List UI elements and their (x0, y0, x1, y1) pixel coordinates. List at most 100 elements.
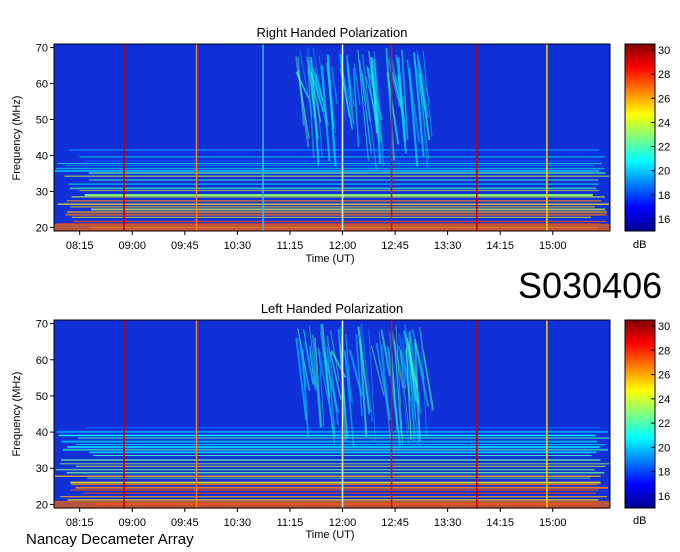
x-tick-label: 11:15 (277, 517, 304, 529)
colorbar-label: dB (633, 515, 646, 527)
colorbar-tick-label: 24 (658, 117, 670, 129)
chart-title: Right Handed Polarization (256, 25, 407, 40)
colorbar-tick-label: 26 (658, 93, 670, 105)
band-mark (56, 167, 605, 170)
x-tick-label: 10:30 (224, 517, 252, 529)
band-mark (83, 492, 597, 494)
x-axis-label: Time (UT) (305, 253, 354, 265)
band-mark (73, 220, 607, 222)
y-ticks: 20 30 40 50 60 70 (36, 319, 54, 511)
band-mark (88, 172, 606, 175)
band-mark (54, 475, 601, 477)
band-mark (87, 477, 591, 479)
band-mark (62, 448, 608, 451)
band-mark (75, 465, 606, 467)
y-tick-label: 50 (36, 115, 48, 127)
x-ticks: 08:15 09:00 09:45 10:30 11:15 12:00 12:45 13:30… (66, 231, 567, 252)
x-tick-label: 12:45 (381, 240, 409, 252)
x-tick-label: 09:00 (118, 240, 146, 252)
band-mark (61, 440, 598, 443)
band-mark (65, 165, 595, 167)
colorbar-tick-label: 20 (658, 442, 670, 454)
band-mark (58, 434, 596, 437)
band-mark (67, 211, 607, 213)
band-mark (75, 486, 609, 489)
y-tick-label: 60 (36, 355, 48, 367)
band-mark (78, 437, 610, 439)
band-mark (88, 179, 599, 181)
y-tick-label: 20 (36, 499, 48, 511)
colorbar-tick-label: 22 (658, 142, 670, 154)
band-mark (75, 444, 606, 446)
x-tick-label: 10:30 (224, 240, 252, 252)
x-axis-label: Time (UT) (305, 529, 354, 541)
band-mark (68, 183, 599, 185)
x-tick-label: 13:30 (434, 240, 462, 252)
y-tick-label: 50 (36, 391, 48, 403)
band-mark (70, 205, 595, 208)
band-mark (67, 499, 599, 501)
colorbar-tick-label: 24 (658, 394, 670, 406)
y-tick-label: 30 (36, 463, 48, 475)
colorbar-tick-label: 30 (658, 321, 670, 333)
colorbar-tick-label: 30 (658, 45, 670, 57)
x-tick-label: 12:00 (329, 517, 357, 529)
band-mark (64, 175, 610, 177)
colorbar-tick-label: 16 (658, 214, 670, 226)
x-tick-label: 14:15 (486, 240, 514, 252)
y-tick-label: 40 (36, 427, 48, 439)
band-mark (65, 213, 607, 216)
spectrogram-background (54, 320, 610, 508)
band-mark (56, 152, 607, 154)
band-mark (59, 463, 610, 465)
x-tick-label: 08:15 (66, 517, 94, 529)
band-mark (60, 496, 608, 498)
x-tick-label: 14:15 (486, 517, 514, 529)
band-mark (69, 187, 597, 190)
left-polarization-panel: Left Handed Polarization 20 30 40 50 60 70 08… (11, 301, 670, 541)
band-mark (84, 194, 593, 197)
band-mark (55, 468, 595, 471)
x-tick-label: 12:00 (329, 240, 357, 252)
colorbar (624, 319, 656, 509)
colorbar-tick-label: 18 (658, 190, 670, 202)
y-tick-label: 70 (36, 43, 48, 55)
colorbar-tick-label: 16 (658, 491, 670, 503)
colorbar-tick-label: 28 (658, 345, 670, 357)
band-mark (66, 471, 605, 474)
colorbar-label: dB (633, 239, 646, 251)
colorbar-tick-label: 20 (658, 166, 670, 178)
x-tick-label: 15:00 (539, 240, 567, 252)
band-mark (70, 489, 599, 491)
band-mark (70, 481, 601, 484)
y-tick-label: 70 (36, 319, 48, 331)
colorbar-tick-label: 28 (658, 69, 670, 81)
band-mark (91, 208, 606, 211)
chart-title: Left Handed Polarization (261, 301, 403, 316)
y-tick-label: 20 (36, 222, 48, 234)
y-tick-label: 60 (36, 79, 48, 91)
band-mark (67, 446, 600, 449)
x-tick-label: 09:00 (118, 517, 146, 529)
x-tick-label: 13:30 (434, 517, 462, 529)
band-mark (57, 163, 602, 165)
station-id: S030406 (518, 265, 662, 306)
y-tick-label: 40 (36, 150, 48, 162)
y-tick-label: 30 (36, 186, 48, 198)
x-tick-label: 15:00 (539, 517, 567, 529)
band-mark (71, 196, 605, 198)
y-ticks: 20 30 40 50 60 70 (36, 43, 54, 234)
band-mark (54, 223, 610, 231)
band-mark (61, 459, 601, 461)
band-mark (54, 170, 600, 172)
colorbar-tick-label: 18 (658, 467, 670, 479)
x-tick-label: 08:15 (66, 240, 94, 252)
spectrogram-figure: Right Handed Polarization 20 30 40 50 60 70 0… (11, 25, 670, 548)
footer-caption: Nancay Decameter Array (26, 531, 194, 548)
colorbar-tick-label: 22 (658, 418, 670, 430)
band-mark (79, 190, 599, 192)
y-axis-label: Frequency (MHz) (11, 372, 23, 457)
right-polarization-panel: Right Handed Polarization 20 30 40 50 60 70 0… (11, 25, 670, 265)
colorbar (624, 43, 656, 232)
y-axis-label: Frequency (MHz) (11, 96, 23, 181)
